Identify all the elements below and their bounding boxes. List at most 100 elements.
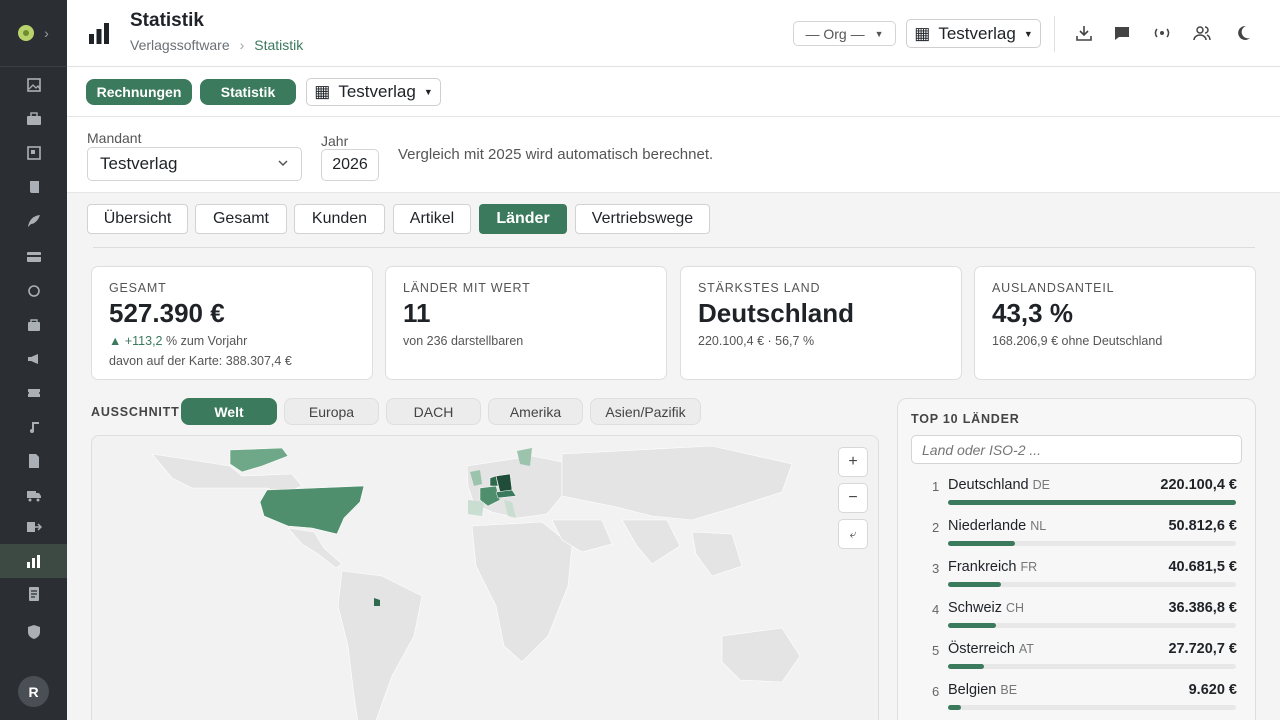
country-iso: CH bbox=[1006, 601, 1025, 615]
chevron-right-icon[interactable]: › bbox=[44, 25, 49, 41]
tab-laender[interactable]: Länder bbox=[479, 204, 567, 234]
tab-uebersicht[interactable]: Übersicht bbox=[87, 204, 188, 234]
mandant-select[interactable]: Testverlag bbox=[87, 147, 302, 181]
tab-vertriebswege[interactable]: Vertriebswege bbox=[575, 204, 710, 234]
sidebar-item-shield[interactable] bbox=[0, 615, 67, 649]
tenant-select-secondary[interactable]: ▦ Testverlag ▼ bbox=[306, 78, 441, 106]
page-title: Statistik bbox=[130, 10, 204, 31]
feather-icon bbox=[27, 215, 40, 227]
map-region-asia[interactable] bbox=[561, 445, 793, 521]
map-country-india[interactable] bbox=[621, 519, 681, 565]
kpi-card-staerkstes-land: STÄRKSTES LAND Deutschland 220.100,4 € ·… bbox=[680, 266, 962, 380]
jahr-input[interactable]: 2026 bbox=[321, 149, 379, 181]
kpi-delta-suffix: % zum Vorjahr bbox=[166, 334, 248, 348]
region-amerika[interactable]: Amerika bbox=[488, 398, 583, 425]
kpi-value: Deutschland bbox=[698, 298, 855, 328]
building-icon: ▦ bbox=[314, 82, 331, 101]
sidebar-item-truck[interactable] bbox=[0, 478, 67, 512]
sidebar-item-receipt[interactable] bbox=[0, 577, 67, 611]
broadcast-button[interactable] bbox=[1151, 22, 1173, 44]
statistik-button[interactable]: Statistik bbox=[200, 79, 296, 105]
country-value: 40.681,5 € bbox=[1168, 559, 1237, 575]
sidebar-item-chart[interactable] bbox=[0, 544, 67, 578]
list-item[interactable]: 3 Frankreich FR 40.681,5 € bbox=[898, 559, 1255, 600]
share-bar-fill bbox=[948, 705, 961, 710]
trend-up-icon: ▲ bbox=[109, 334, 122, 348]
world-map-svg bbox=[151, 445, 801, 720]
map-country-canada[interactable] bbox=[151, 453, 303, 495]
download-button[interactable] bbox=[1073, 22, 1095, 44]
map-country-australia[interactable] bbox=[721, 627, 801, 683]
list-item[interactable]: 2 Niederlande NL 50.812,6 € bbox=[898, 518, 1255, 559]
share-bar-track bbox=[948, 623, 1236, 628]
top10-panel: TOP 10 LÄNDER 1 DeutschlandDE 220.100,4 € 2… bbox=[897, 398, 1256, 720]
sidebar-top[interactable]: › bbox=[0, 0, 67, 67]
reset-view-button[interactable]: ⤶ bbox=[838, 519, 868, 549]
breadcrumb-current: Statistik bbox=[254, 37, 304, 53]
map-country-spain[interactable] bbox=[468, 500, 484, 516]
zoom-out-button[interactable]: − bbox=[838, 483, 868, 513]
rank: 2 bbox=[932, 520, 940, 535]
zoom-in-button[interactable]: + bbox=[838, 447, 868, 477]
ticket-icon bbox=[27, 389, 40, 397]
region-europa[interactable]: Europa bbox=[284, 398, 379, 425]
sidebar-item-card[interactable] bbox=[0, 240, 67, 274]
map-region-southeast-asia[interactable] bbox=[691, 531, 743, 577]
bar-chart-icon bbox=[89, 23, 109, 44]
map-country-mexico[interactable] bbox=[287, 527, 343, 569]
users-button[interactable] bbox=[1191, 22, 1213, 44]
country-search-input[interactable] bbox=[911, 435, 1242, 464]
region-dach[interactable]: DACH bbox=[386, 398, 481, 425]
world-map[interactable]: + − ⤶ bbox=[91, 435, 879, 720]
tab-kunden[interactable]: Kunden bbox=[294, 204, 385, 234]
sidebar-item-megaphone[interactable] bbox=[0, 342, 67, 376]
list-item[interactable]: 5 Österreich AT 27.720,7 € bbox=[898, 641, 1255, 682]
kpi-subtext: davon auf der Karte: 388.307,4 € bbox=[109, 354, 292, 368]
sidebar: › R bbox=[0, 0, 67, 720]
sidebar-item-board[interactable] bbox=[0, 136, 67, 170]
music-icon bbox=[29, 422, 39, 433]
kpi-card-auslandsanteil: AUSLANDSANTEIL 43,3 % 168.206,9 € ohne D… bbox=[974, 266, 1256, 380]
region-welt[interactable]: Welt bbox=[181, 398, 277, 425]
breadcrumb-root[interactable]: Verlagssoftware bbox=[130, 37, 230, 53]
sidebar-item-bag[interactable] bbox=[0, 308, 67, 342]
share-bar-track bbox=[948, 664, 1236, 669]
list-item[interactable]: 6 Belgien BE 9.620 € bbox=[898, 682, 1255, 720]
share-bar-track bbox=[948, 500, 1236, 505]
sidebar-item-document[interactable] bbox=[0, 444, 67, 478]
org-select[interactable]: — Org — ▼ bbox=[793, 21, 896, 46]
avatar[interactable]: R bbox=[18, 676, 49, 707]
country-name: Österreich AT bbox=[948, 641, 1034, 657]
sidebar-item-image[interactable] bbox=[0, 68, 67, 102]
list-item[interactable]: 1 Deutschland DE 220.100,4 € bbox=[898, 477, 1255, 518]
country-label: Niederlande bbox=[948, 518, 1027, 534]
comparison-hint: Vergleich mit 2025 wird automatisch bere… bbox=[398, 146, 714, 163]
country-label: Schweiz bbox=[948, 600, 1002, 616]
rechnungen-button[interactable]: Rechnungen bbox=[86, 79, 192, 105]
tab-gesamt[interactable]: Gesamt bbox=[195, 204, 287, 234]
dark-mode-button[interactable] bbox=[1232, 22, 1254, 44]
share-bar-track bbox=[948, 582, 1236, 587]
sidebar-item-scroll[interactable] bbox=[0, 170, 67, 204]
country-label: Frankreich bbox=[948, 559, 1017, 575]
map-country-south-america[interactable] bbox=[337, 570, 423, 720]
map-country-usa[interactable] bbox=[259, 485, 365, 535]
tab-artikel[interactable]: Artikel bbox=[393, 204, 471, 234]
map-region-africa[interactable] bbox=[471, 521, 573, 663]
rank: 3 bbox=[932, 561, 940, 576]
sidebar-item-forward[interactable] bbox=[0, 510, 67, 544]
document-icon bbox=[28, 454, 39, 468]
tenant-select[interactable]: ▦ Testverlag ▼ bbox=[906, 19, 1041, 48]
top10-title: TOP 10 LÄNDER bbox=[911, 412, 1020, 426]
region-asien-pazifik[interactable]: Asien/Pazifik bbox=[590, 398, 701, 425]
country-label: Deutschland bbox=[948, 477, 1029, 493]
sidebar-item-ticket[interactable] bbox=[0, 376, 67, 410]
sidebar-item-briefcase[interactable] bbox=[0, 102, 67, 136]
list-item[interactable]: 4 Schweiz CH 36.386,8 € bbox=[898, 600, 1255, 641]
sidebar-item-feather[interactable] bbox=[0, 204, 67, 238]
messages-button[interactable] bbox=[1111, 22, 1133, 44]
map-country-greenland[interactable] bbox=[229, 447, 289, 473]
sidebar-item-refresh[interactable] bbox=[0, 274, 67, 308]
sidebar-item-music[interactable] bbox=[0, 410, 67, 444]
caret-down-icon: ▼ bbox=[1023, 28, 1033, 39]
